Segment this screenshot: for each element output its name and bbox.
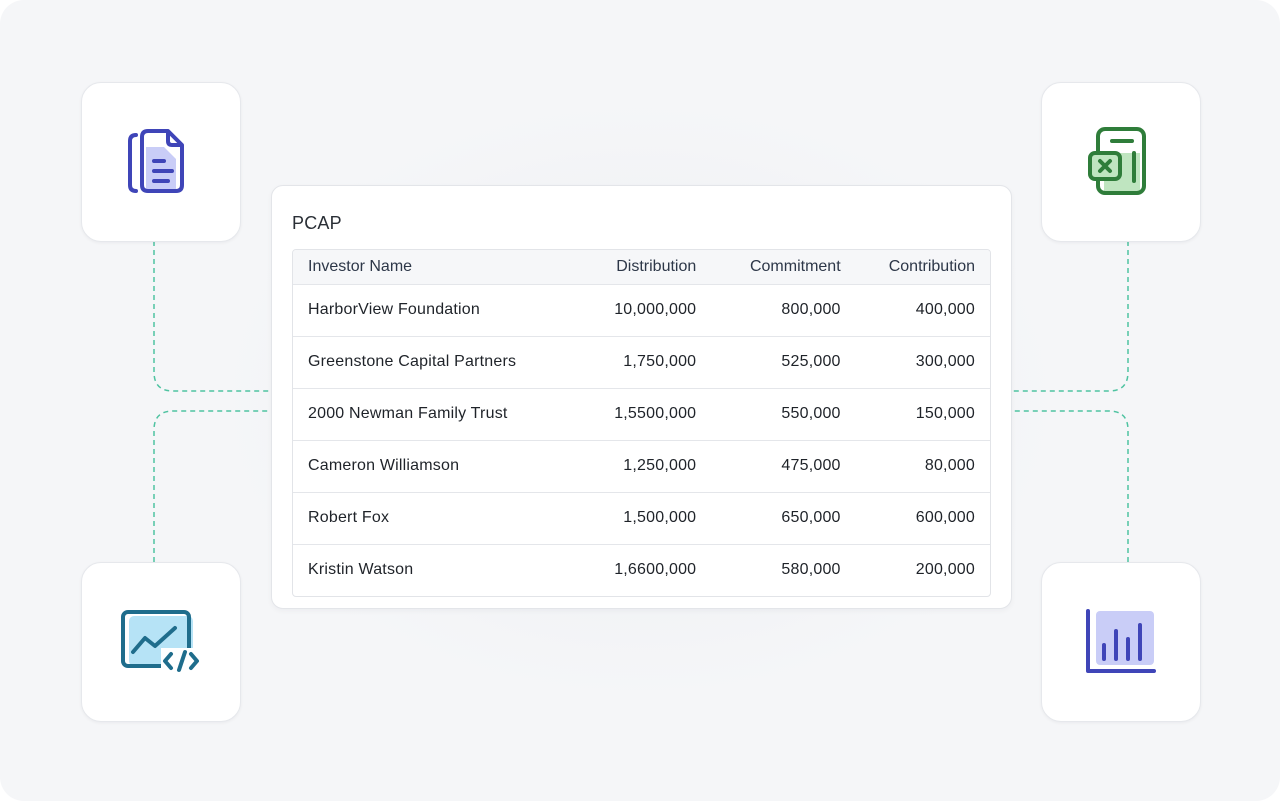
commitment-cell: 800,000 <box>781 301 841 318</box>
distribution-cell: 1,500,000 <box>623 509 697 526</box>
table-row[interactable]: 2000 Newman Family Trust 1,5500,000 550,… <box>293 388 990 440</box>
investor-name-cell: Cameron Williamson <box>308 457 460 474</box>
table-row[interactable]: Cameron Williamson 1,250,000 475,000 80,… <box>293 440 990 492</box>
panel-title: PCAP <box>292 213 342 233</box>
contribution-cell: 400,000 <box>915 301 975 318</box>
contribution-cell: 80,000 <box>924 457 975 474</box>
contribution-cell: 200,000 <box>915 561 975 579</box>
spreadsheet-card[interactable] <box>1041 82 1201 242</box>
distribution-cell: 1,750,000 <box>623 353 697 370</box>
connector-top-left <box>153 241 271 392</box>
table-row[interactable]: HarborView Foundation 10,000,000 800,000… <box>293 284 990 336</box>
column-header-distribution[interactable]: Distribution <box>582 250 711 284</box>
code-chart-card[interactable] <box>81 562 241 722</box>
distribution-cell: 10,000,000 <box>614 301 697 318</box>
investor-table: Investor Name Distribution Commitment Co… <box>292 249 991 597</box>
investor-name-cell: Greenstone Capital Partners <box>308 353 517 370</box>
table-row[interactable]: Kristin Watson 1,6600,000 580,000 200,00… <box>293 544 990 596</box>
pcap-panel: PCAP Investor Name Distribution Commitme… <box>271 185 1012 609</box>
bar-chart-card[interactable] <box>1041 562 1201 722</box>
distribution-cell: 1,6600,000 <box>614 561 697 579</box>
contribution-cell: 150,000 <box>915 405 975 422</box>
column-header-contribution[interactable]: Contribution <box>856 250 990 284</box>
commitment-cell: 475,000 <box>781 457 841 474</box>
contribution-cell: 600,000 <box>915 509 975 526</box>
column-header-investor-name[interactable]: Investor Name <box>293 250 582 284</box>
connector-bottom-right <box>1011 410 1129 562</box>
distribution-cell: 1,250,000 <box>623 457 697 474</box>
commitment-cell: 525,000 <box>781 353 841 370</box>
investor-name-cell: Robert Fox <box>308 509 390 526</box>
distribution-cell: 1,5500,000 <box>614 405 697 422</box>
investor-name-cell: HarborView Foundation <box>308 301 481 318</box>
commitment-cell: 650,000 <box>781 509 841 526</box>
investor-name-cell: 2000 Newman Family Trust <box>308 405 508 422</box>
table-header-row: Investor Name Distribution Commitment Co… <box>293 250 990 284</box>
spreadsheet-icon <box>1088 127 1146 195</box>
bar-chart-icon <box>1086 609 1156 673</box>
connector-top-right <box>1011 241 1129 392</box>
table-row[interactable]: Robert Fox 1,500,000 650,000 600,000 <box>293 492 990 544</box>
connector-bottom-left <box>153 410 271 562</box>
contribution-cell: 300,000 <box>915 353 975 370</box>
table-row[interactable]: Greenstone Capital Partners 1,750,000 52… <box>293 336 990 388</box>
commitment-cell: 580,000 <box>781 561 841 579</box>
canvas-background: PCAP Investor Name Distribution Commitme… <box>0 0 1280 801</box>
column-header-commitment[interactable]: Commitment <box>711 250 855 284</box>
code-chart-icon <box>121 610 201 674</box>
document-card[interactable] <box>81 82 241 242</box>
document-icon <box>128 129 184 193</box>
investor-name-cell: Kristin Watson <box>308 561 414 579</box>
commitment-cell: 550,000 <box>781 405 841 422</box>
